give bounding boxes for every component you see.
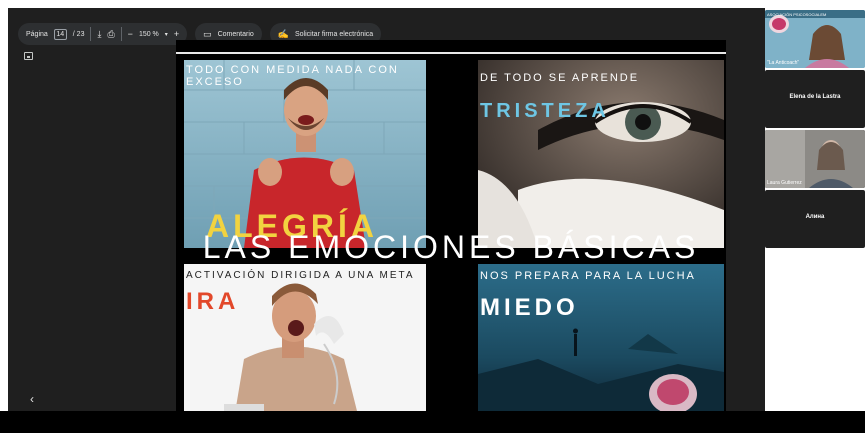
- ira-caption: ACTIVACIÓN DIRIGIDA A UNA META: [186, 270, 415, 281]
- page-number-input[interactable]: 14: [53, 28, 67, 40]
- slide-title: LAS EMOCIONES BÁSICAS: [202, 228, 700, 265]
- zoom-out-button[interactable]: −: [128, 29, 133, 39]
- miedo-panel: NOS PREPARA PARA LA LUCHA MIEDO: [478, 264, 724, 411]
- tristeza-caption: DE TODO SE APRENDE: [480, 72, 640, 84]
- participant-tile[interactable]: Elena de la Lastra: [765, 70, 865, 128]
- page-top-border: [176, 52, 726, 54]
- participant-name: Elena de la Lastra: [789, 94, 841, 100]
- tristeza-word: TRISTEZA: [480, 100, 610, 122]
- miedo-word: MIEDO: [480, 294, 579, 321]
- participant-name: "La Anticoach": [767, 60, 800, 66]
- miedo-photo: [478, 264, 724, 411]
- ira-photo: [184, 264, 426, 411]
- print-icon[interactable]: ⎙: [107, 29, 114, 40]
- zoom-in-button[interactable]: +: [174, 29, 179, 39]
- zoom-level[interactable]: 150 %: [139, 31, 159, 38]
- participant-tile[interactable]: Laura Gutierrez: [765, 130, 865, 188]
- miedo-caption: NOS PREPARA PARA LA LUCHA: [480, 270, 696, 282]
- pdf-viewer: Página 14 / 23 ⤓ ⎙ − 150 % ▾ + ▭ Comenta…: [8, 8, 765, 411]
- participants-panel: ASOCIACIÓN PSICOSOCIALEM "La Anticoach" …: [765, 8, 865, 411]
- page-label: Página: [26, 30, 48, 38]
- participant-name: Алина: [805, 214, 825, 220]
- comment-icon: ▭: [203, 28, 212, 39]
- chevron-down-icon[interactable]: ▾: [165, 31, 168, 38]
- request-signature-label: Solicitar firma electrónica: [295, 30, 374, 38]
- ira-panel: ACTIVACIÓN DIRIGIDA A UNA META IRA: [184, 264, 426, 411]
- thumbnail-panel-icon[interactable]: [24, 52, 33, 60]
- ira-word: IRA: [186, 288, 240, 315]
- participant-name: Laura Gutierrez: [767, 180, 802, 186]
- download-icon[interactable]: ⤓: [97, 29, 101, 40]
- alegria-panel: TODO CON MEDIDA NADA CON EXCESO ALEGRÍA: [184, 60, 426, 248]
- participant-tile[interactable]: Алина: [765, 190, 865, 248]
- alegria-caption: TODO CON MEDIDA NADA CON EXCESO: [186, 64, 399, 88]
- participant-banner: ASOCIACIÓN PSICOSOCIALEM: [767, 12, 827, 17]
- bottom-bar: [0, 411, 865, 433]
- toolbar-divider: [90, 27, 92, 41]
- toolbar-divider: [120, 27, 122, 41]
- page-total: / 23: [72, 30, 85, 38]
- slide-title-band: LAS EMOCIONES BÁSICAS: [176, 228, 726, 265]
- tristeza-panel: DE TODO SE APRENDE TRISTEZA: [478, 60, 724, 248]
- comment-label: Comentario: [217, 30, 254, 38]
- slide-page: TODO CON MEDIDA NADA CON EXCESO ALEGRÍA: [176, 40, 726, 411]
- chevron-left-icon[interactable]: ‹: [30, 392, 34, 406]
- signature-icon: ✍: [277, 28, 289, 39]
- participant-tile[interactable]: ASOCIACIÓN PSICOSOCIALEM "La Anticoach": [765, 10, 865, 68]
- tristeza-photo: [478, 60, 724, 248]
- screen: Página 14 / 23 ⤓ ⎙ − 150 % ▾ + ▭ Comenta…: [0, 0, 865, 433]
- page-navigator: Página 14 / 23 ⤓ ⎙ − 150 % ▾ +: [18, 23, 188, 45]
